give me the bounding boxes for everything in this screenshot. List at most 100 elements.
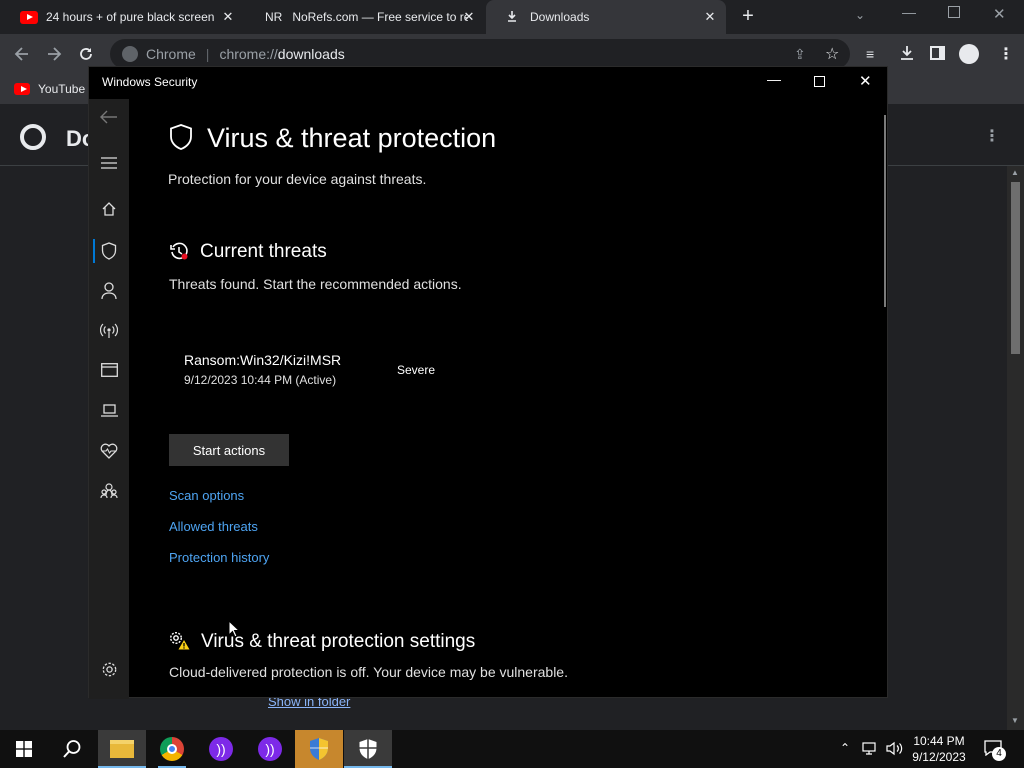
scroll-up-icon[interactable]: ▲ [1011, 168, 1019, 177]
volume-icon[interactable] [886, 741, 904, 756]
page-menu-icon[interactable]: ⋮ [984, 126, 1000, 146]
protection-history-link[interactable]: Protection history [169, 550, 269, 565]
close-tab-icon[interactable]: ✕ [461, 9, 477, 25]
network-icon[interactable] [862, 742, 878, 755]
app-browser-control-icon[interactable] [101, 363, 118, 377]
clock-time: 10:44 PM [913, 734, 965, 748]
taskbar-file-explorer[interactable] [98, 730, 146, 768]
bookmark-youtube[interactable]: YouTube [14, 82, 85, 96]
clock[interactable]: 10:44 PM 9/12/2023 [904, 733, 974, 765]
tray-overflow-icon[interactable]: ⌃ [840, 741, 850, 755]
back-icon[interactable] [12, 44, 32, 64]
page-subtitle: Protection for your device against threa… [168, 171, 427, 187]
new-tab-button[interactable]: + [738, 6, 758, 26]
chrome-icon [122, 46, 138, 62]
home-icon[interactable] [101, 201, 117, 217]
downloads-icon[interactable] [898, 44, 916, 62]
forward-icon[interactable] [44, 44, 64, 64]
threat-history-icon [169, 241, 189, 261]
taskbar-windows-security[interactable] [344, 730, 392, 768]
youtube-icon [20, 10, 38, 24]
device-health-icon[interactable] [100, 443, 118, 459]
back-arrow-icon[interactable] [99, 109, 119, 125]
folder-icon [110, 740, 134, 758]
start-button[interactable] [0, 730, 48, 768]
page-scrollbar[interactable]: ▲ ▼ [1007, 166, 1024, 730]
tab-search-icon[interactable]: ⌄ [855, 8, 865, 22]
security-main: Virus & threat protection Protection for… [129, 99, 887, 697]
share-icon[interactable]: ⇪ [794, 46, 806, 63]
mouse-cursor [228, 619, 241, 638]
selected-indicator [93, 239, 95, 263]
restore-icon[interactable] [948, 6, 960, 18]
search-icon [63, 740, 81, 758]
hamburger-menu-icon[interactable] [101, 156, 117, 169]
minimize-icon[interactable]: — [902, 4, 916, 20]
reading-list-icon[interactable]: ≡ [866, 46, 874, 62]
maximize-icon[interactable] [814, 76, 825, 87]
url-prefix: chrome:// [219, 46, 278, 62]
tab-strip: 24 hours + of pure black screen in ✕ NR … [0, 0, 1024, 34]
clock-date: 9/12/2023 [912, 750, 966, 764]
chrome-logo-icon [20, 124, 46, 150]
scan-options-link[interactable]: Scan options [169, 488, 244, 503]
scheme-label: Chrome [146, 46, 196, 62]
security-nav [89, 99, 129, 699]
taskbar: )) )) ⌃ 10:44 PM 9/12/2023 4 [0, 730, 1024, 768]
shield-icon [169, 123, 193, 151]
firewall-network-icon[interactable] [99, 323, 119, 339]
minimize-icon[interactable]: — [767, 71, 781, 87]
search-button[interactable] [48, 730, 96, 768]
settings-warning-icon [169, 631, 191, 651]
start-actions-button[interactable]: Start actions [169, 434, 289, 466]
uac-shield-icon [310, 738, 328, 760]
page-title: Virus & threat protection [207, 123, 497, 153]
profile-avatar-icon[interactable] [959, 44, 979, 64]
close-tab-icon[interactable]: ✕ [220, 9, 236, 25]
separator: | [205, 46, 210, 62]
youtube-icon [14, 83, 30, 95]
device-security-icon[interactable] [101, 404, 118, 417]
chrome-icon [160, 737, 184, 761]
action-center-button[interactable]: 4 [984, 740, 1006, 761]
current-threats-description: Threats found. Start the recommended act… [169, 276, 462, 292]
threat-detail: 9/12/2023 10:44 PM (Active) [184, 373, 337, 387]
side-panel-icon[interactable] [930, 46, 945, 60]
bookmark-label: YouTube [38, 82, 86, 96]
content-scrollbar[interactable] [884, 115, 886, 307]
family-options-icon[interactable] [100, 483, 118, 499]
close-icon[interactable]: ✕ [859, 72, 872, 90]
account-icon[interactable] [101, 282, 117, 300]
windows-logo-icon [16, 741, 32, 757]
bookmark-star-icon[interactable]: ☆ [825, 44, 839, 64]
podcast-icon: )) [258, 737, 282, 761]
reload-icon[interactable] [76, 44, 96, 64]
podcast-icon: )) [209, 737, 233, 761]
tab-title: NoRefs.com — Free service to re [292, 10, 469, 24]
settings-heading: Virus & threat protection settings [201, 631, 476, 652]
scroll-down-icon[interactable]: ▼ [1011, 716, 1019, 725]
close-tab-icon[interactable]: ✕ [702, 9, 718, 25]
allowed-threats-link[interactable]: Allowed threats [169, 519, 258, 534]
address-bar[interactable]: Chrome | chrome:// downloads [110, 39, 850, 69]
notification-badge: 4 [992, 747, 1006, 761]
tab-downloads[interactable]: Downloads ✕ [486, 0, 726, 34]
settings-description: Cloud-delivered protection is off. Your … [169, 664, 568, 680]
security-titlebar: Windows Security — ✕ [89, 67, 887, 99]
norefs-icon: NR [265, 10, 283, 24]
download-icon [506, 10, 520, 25]
tab-youtube[interactable]: 24 hours + of pure black screen in ✕ [0, 0, 244, 34]
taskbar-chrome[interactable] [148, 730, 196, 768]
taskbar-app-1[interactable]: )) [197, 730, 245, 768]
shield-icon[interactable] [101, 242, 117, 260]
menu-kebab-icon[interactable]: ⋮ [998, 44, 1014, 64]
taskbar-app-2[interactable]: )) [246, 730, 294, 768]
threat-name[interactable]: Ransom:Win32/Kizi!MSR [184, 352, 341, 368]
windows-security-window: Windows Security — ✕ Virus & threat prot… [88, 66, 888, 699]
close-window-icon[interactable]: ✕ [993, 5, 1006, 23]
taskbar-security-admin[interactable] [295, 730, 343, 768]
settings-gear-icon[interactable] [101, 661, 118, 678]
scrollbar-thumb[interactable] [1011, 182, 1020, 354]
tab-norefs[interactable]: NR NoRefs.com — Free service to re ✕ [245, 0, 485, 34]
shield-icon [359, 739, 377, 759]
